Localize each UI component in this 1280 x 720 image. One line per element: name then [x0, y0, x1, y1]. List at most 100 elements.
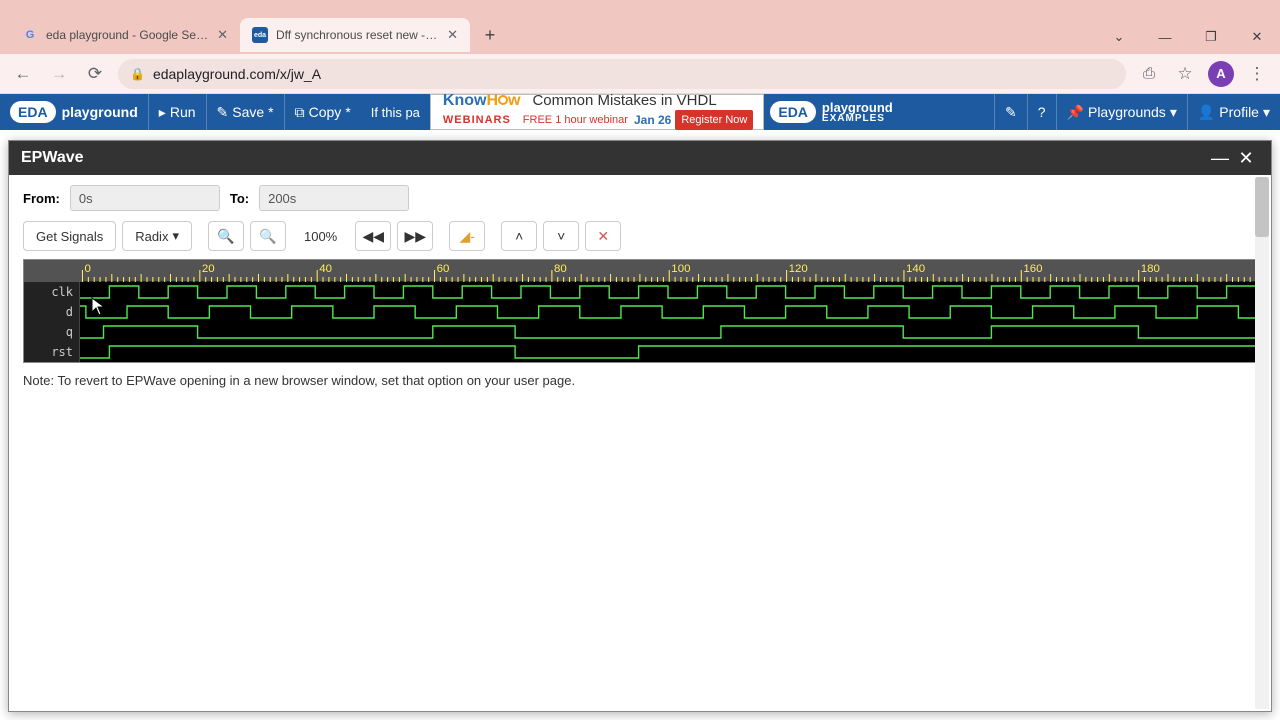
- waveform-viewer[interactable]: 020406080100120140160180200 clkdqrst: [23, 259, 1257, 363]
- edit-icon: ✎: [1005, 104, 1017, 121]
- eda-favicon-icon: eda: [252, 27, 268, 43]
- caret-down-icon: ▾: [172, 228, 179, 244]
- signal-name: rst: [24, 342, 80, 362]
- reload-button[interactable]: ⟳: [82, 61, 108, 87]
- user-icon: 👤: [1198, 104, 1215, 121]
- maximize-icon[interactable]: ❐: [1188, 20, 1234, 54]
- profile-menu[interactable]: 👤 Profile ▾: [1187, 94, 1280, 130]
- svg-text:180: 180: [1141, 263, 1160, 275]
- help-icon: ?: [1038, 104, 1046, 120]
- zoom-in-icon: 🔍: [217, 228, 234, 245]
- get-signals-button[interactable]: Get Signals: [23, 221, 116, 251]
- svg-text:40: 40: [319, 263, 332, 275]
- rewind-icon: ◀◀: [362, 228, 384, 245]
- svg-text:100: 100: [671, 263, 690, 275]
- to-input[interactable]: [259, 185, 409, 211]
- minimize-icon[interactable]: —: [1207, 145, 1233, 171]
- signal-wave: [80, 302, 1256, 322]
- back-button[interactable]: ←: [10, 61, 36, 87]
- delete-button[interactable]: ✕: [585, 221, 621, 251]
- eda-examples-logo[interactable]: EDA playground EXAMPLES: [764, 94, 902, 130]
- google-favicon-icon: G: [22, 27, 38, 43]
- radix-menu[interactable]: Radix ▾: [122, 221, 192, 251]
- address-bar[interactable]: 🔒 edaplayground.com/x/jw_A: [118, 59, 1126, 89]
- close-icon[interactable]: ✕: [447, 27, 458, 43]
- signal-name: d: [24, 302, 80, 322]
- run-button[interactable]: ▸ Run: [148, 94, 206, 130]
- register-now-button[interactable]: Register Now: [675, 110, 753, 130]
- new-tab-button[interactable]: +: [476, 21, 504, 49]
- signal-wave: [80, 282, 1256, 302]
- playgrounds-menu[interactable]: 📌 Playgrounds ▾: [1056, 94, 1187, 130]
- url-text: edaplayground.com/x/jw_A: [153, 66, 321, 82]
- from-label: From:: [23, 191, 60, 206]
- ad-banner[interactable]: KnowHw Common Mistakes in VHDL WEBINARS …: [430, 94, 764, 130]
- svg-text:0: 0: [85, 263, 91, 275]
- lock-icon: 🔒: [130, 67, 145, 81]
- forward-icon: ▶▶: [404, 228, 426, 245]
- save-button[interactable]: ✎ Save*: [206, 94, 284, 130]
- edit-button[interactable]: ✎: [994, 94, 1027, 130]
- zoom-out-button[interactable]: 🔍: [250, 221, 286, 251]
- copy-button[interactable]: ⧉ Copy*: [284, 94, 361, 130]
- pin-icon: 📌: [1067, 104, 1084, 121]
- star-icon[interactable]: ☆: [1172, 61, 1198, 87]
- marker-icon: ◢-: [460, 228, 475, 245]
- zoom-level[interactable]: 100%: [292, 221, 349, 251]
- caret-down-icon: ▾: [1263, 104, 1270, 121]
- copy-icon: ⧉: [295, 104, 305, 121]
- modal-title: EPWave: [21, 149, 84, 167]
- signal-name: q: [24, 322, 80, 342]
- signal-row-q[interactable]: q: [24, 322, 1256, 342]
- pencil-icon: ✎: [217, 104, 229, 121]
- minimize-icon[interactable]: —: [1142, 20, 1188, 54]
- eda-badge: EDA: [10, 101, 56, 123]
- eda-logo-text: playground: [62, 104, 138, 120]
- tab-google-search[interactable]: G eda playground - Google Search ✕: [10, 18, 240, 52]
- time-ruler: 020406080100120140160180200: [24, 260, 1256, 282]
- modal-header: EPWave — ✕: [9, 141, 1271, 175]
- jump-end-button[interactable]: ▶▶: [397, 221, 433, 251]
- signal-wave: [80, 322, 1256, 342]
- signal-name: clk: [24, 282, 80, 302]
- svg-text:160: 160: [1023, 263, 1042, 275]
- caret-down-icon: ▾: [1170, 104, 1177, 121]
- signal-wave: [80, 342, 1256, 362]
- scrollbar[interactable]: [1255, 177, 1269, 709]
- close-icon[interactable]: ✕: [217, 27, 228, 43]
- play-icon: ▸: [159, 104, 166, 121]
- svg-text:20: 20: [202, 263, 215, 275]
- tab-title: Dff synchronous reset new - EDA: [276, 28, 439, 42]
- eda-logo[interactable]: EDA playground: [0, 94, 148, 130]
- marker-button[interactable]: ◢-: [449, 221, 485, 251]
- zoom-in-button[interactable]: 🔍: [208, 221, 244, 251]
- svg-text:80: 80: [554, 263, 567, 275]
- move-up-button[interactable]: ˄: [501, 221, 537, 251]
- chevron-down-icon[interactable]: ⌄: [1096, 20, 1142, 54]
- scrollbar-thumb[interactable]: [1255, 177, 1269, 237]
- from-input[interactable]: [70, 185, 220, 211]
- forward-button[interactable]: →: [46, 61, 72, 87]
- x-icon: ✕: [597, 228, 609, 245]
- install-app-icon[interactable]: ⎙: [1136, 61, 1162, 87]
- svg-text:60: 60: [437, 263, 450, 275]
- signal-row-rst[interactable]: rst: [24, 342, 1256, 362]
- svg-text:120: 120: [789, 263, 808, 275]
- help-button[interactable]: ?: [1027, 94, 1056, 130]
- move-down-button[interactable]: ˅: [543, 221, 579, 251]
- close-window-icon[interactable]: ✕: [1234, 20, 1280, 54]
- chevron-up-icon: ˄: [515, 228, 523, 244]
- menu-icon[interactable]: ⋮: [1244, 61, 1270, 87]
- chevron-down-icon: ˅: [557, 228, 565, 244]
- tab-eda-playground[interactable]: eda Dff synchronous reset new - EDA ✕: [240, 18, 470, 52]
- avatar[interactable]: A: [1208, 61, 1234, 87]
- signal-row-d[interactable]: d: [24, 302, 1256, 322]
- svg-text:140: 140: [906, 263, 925, 275]
- tab-title: eda playground - Google Search: [46, 28, 209, 42]
- zoom-out-icon: 🔍: [259, 228, 276, 245]
- jump-start-button[interactable]: ◀◀: [355, 221, 391, 251]
- signal-row-clk[interactable]: clk: [24, 282, 1256, 302]
- note-text: Note: To revert to EPWave opening in a n…: [23, 373, 1257, 388]
- to-label: To:: [230, 191, 249, 206]
- close-icon[interactable]: ✕: [1233, 145, 1259, 171]
